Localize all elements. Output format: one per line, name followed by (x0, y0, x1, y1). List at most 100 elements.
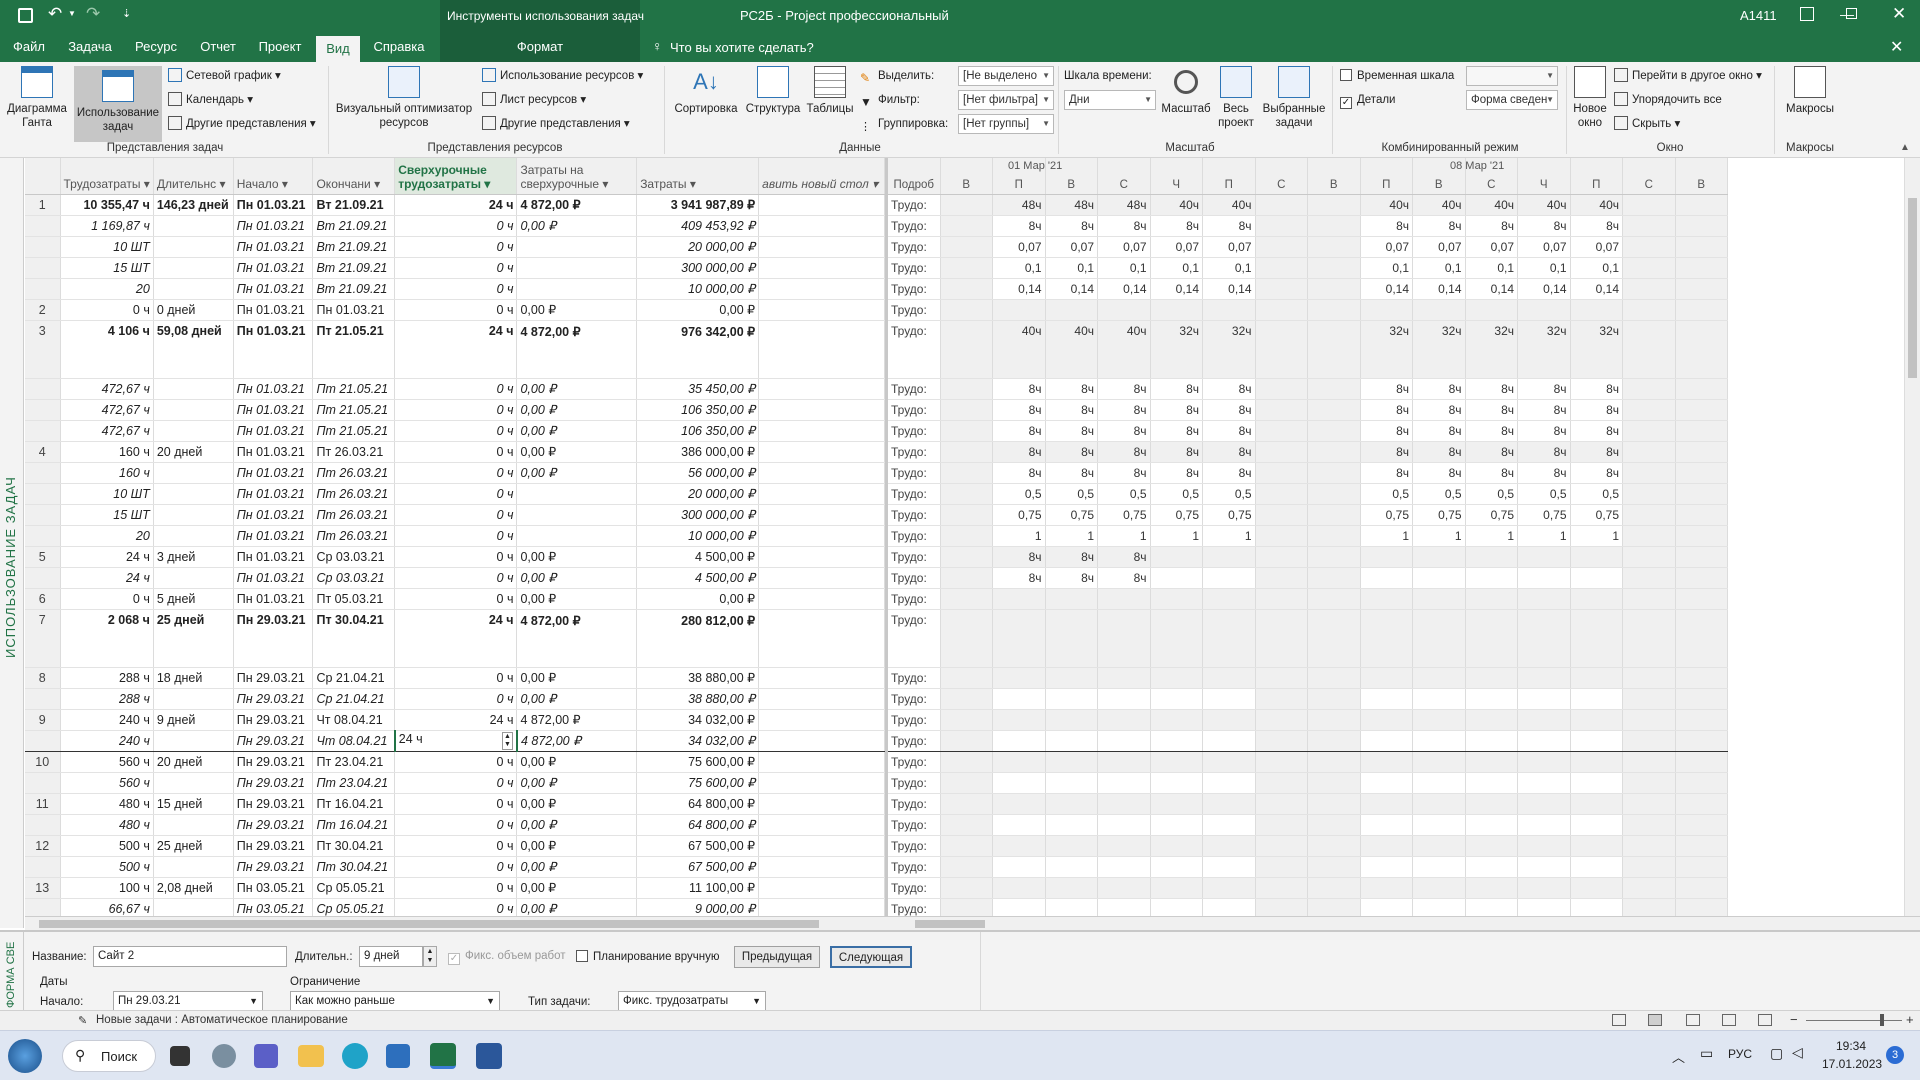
timephased-cell[interactable]: 8ч (992, 462, 1046, 484)
network-diagram-button[interactable]: Сетевой график ▾ (168, 66, 281, 86)
overtime-work-cell[interactable]: 0 ч (394, 856, 518, 878)
overtime-work-cell[interactable]: 0 ч (394, 877, 518, 899)
view-report-icon[interactable] (1758, 1014, 1772, 1026)
timephased-cell[interactable] (1360, 793, 1413, 815)
timephased-cell[interactable]: 0,5 (992, 483, 1046, 505)
timephased-cell[interactable] (1517, 299, 1571, 321)
timephased-cell[interactable]: 8ч (1045, 378, 1098, 400)
work-cell[interactable]: 2 068 ч (60, 609, 154, 668)
timephased-cell[interactable]: 0,1 (1150, 257, 1203, 279)
timephased-cell[interactable] (1307, 709, 1361, 731)
finish-cell[interactable]: Вт 21.09.21 (312, 236, 396, 258)
overtime-work-cell[interactable]: 0 ч (394, 504, 518, 526)
row-number[interactable]: 1 (25, 194, 61, 216)
timephased-cell[interactable]: 8ч (1465, 378, 1518, 400)
timephased-cell[interactable] (1255, 320, 1308, 379)
timephased-cell[interactable] (1150, 898, 1203, 916)
timephased-cell[interactable] (1097, 751, 1151, 773)
timephased-cell[interactable]: 0,75 (1412, 504, 1466, 526)
timephased-cell[interactable] (1360, 751, 1413, 773)
cost-cell[interactable]: 10 000,00 ₽ (636, 278, 760, 300)
resource-usage-button[interactable]: Использование ресурсов ▾ (482, 66, 643, 86)
resource-optimizer-button[interactable]: Визуальный оптимизатор ресурсов (334, 66, 474, 130)
timephased-cell[interactable]: 8ч (1150, 215, 1203, 237)
timephased-cell[interactable] (1202, 546, 1256, 568)
work-cell[interactable]: 0 ч (60, 299, 154, 321)
timephased-cell[interactable] (1307, 793, 1361, 815)
work-cell[interactable]: 10 355,47 ч (60, 194, 154, 216)
task-view-icon[interactable] (170, 1046, 190, 1066)
undo-dropdown-icon[interactable]: ▼ (68, 9, 76, 18)
table-row[interactable]: 1 169,87 ч Пн 01.03.21 Вт 21.09.21 0 ч 0,00 … (25, 215, 885, 237)
start-icon[interactable] (8, 1039, 42, 1073)
undo-icon[interactable]: ↶ (48, 4, 62, 24)
timephased-cell[interactable]: 8ч (992, 546, 1046, 568)
timephased-cell[interactable] (1517, 898, 1571, 916)
work-cell[interactable]: 160 ч (60, 441, 154, 463)
timephased-cell[interactable] (1675, 278, 1728, 300)
add-new-cell[interactable] (758, 688, 885, 710)
timephased-cell[interactable] (1412, 667, 1466, 689)
table-row[interactable]: 20 Пн 01.03.21 Вт 21.09.21 0 ч 10 000,00 ₽ (25, 278, 885, 300)
add-new-cell[interactable] (758, 215, 885, 237)
timephased-cell[interactable]: 40ч (1150, 194, 1203, 216)
timephased-cell[interactable] (1465, 667, 1518, 689)
timephased-cell[interactable] (1622, 320, 1676, 379)
timephased-cell[interactable] (1307, 856, 1361, 878)
duration-cell[interactable] (153, 688, 234, 710)
timephased-cell[interactable]: 0,07 (992, 236, 1046, 258)
timephased-cell[interactable] (940, 814, 993, 836)
timephased-cell[interactable] (1412, 729, 1466, 752)
timephased-cell[interactable] (1150, 567, 1203, 589)
overtime-work-cell[interactable]: 0 ч (394, 751, 518, 773)
timephased-cell[interactable] (1622, 546, 1676, 568)
resource-sheet-button[interactable]: Лист ресурсов ▾ (482, 90, 586, 110)
add-new-cell[interactable] (758, 420, 885, 442)
timephased-cell[interactable] (1517, 729, 1571, 752)
timephased-cell[interactable]: 8ч (992, 399, 1046, 421)
timephased-cell[interactable]: 8ч (1465, 399, 1518, 421)
timephased-cell[interactable]: 0,75 (1150, 504, 1203, 526)
timephased-cell[interactable] (1675, 609, 1728, 668)
timephased-cell[interactable] (1097, 709, 1151, 731)
timephased-cell[interactable] (1307, 546, 1361, 568)
overtime-work-cell[interactable]: 0 ч (394, 399, 518, 421)
finish-cell[interactable]: Пт 30.04.21 (312, 856, 396, 878)
timephased-cell[interactable] (940, 399, 993, 421)
overtime-work-cell[interactable]: 0 ч (394, 567, 518, 589)
finish-cell[interactable]: Пт 26.03.21 (312, 525, 396, 547)
overtime-cost-cell[interactable]: 0,00 ₽ (516, 462, 638, 484)
timephased-cell[interactable] (1675, 751, 1728, 773)
cost-cell[interactable]: 34 032,00 ₽ (636, 709, 760, 731)
timephased-cell[interactable]: 0,14 (1045, 278, 1098, 300)
timephased-cell[interactable] (1307, 236, 1361, 258)
timephased-cell[interactable] (1255, 462, 1308, 484)
timephased-cell[interactable] (1412, 546, 1466, 568)
overtime-cost-cell[interactable]: 0,00 ₽ (516, 546, 638, 568)
timephased-cell[interactable] (1360, 667, 1413, 689)
row-number[interactable]: 7 (25, 609, 61, 668)
row-number[interactable] (25, 525, 61, 547)
timephased-cell[interactable] (940, 504, 993, 526)
timephased-cell[interactable] (1150, 877, 1203, 899)
timephased-cell[interactable] (1622, 462, 1676, 484)
timephased-cell[interactable] (1307, 729, 1361, 752)
timephased-cell[interactable] (940, 709, 993, 731)
timephased-cell[interactable] (1360, 609, 1413, 668)
timephased-cell[interactable] (940, 898, 993, 916)
timephased-cell[interactable] (1675, 793, 1728, 815)
row-number[interactable] (25, 278, 61, 300)
timephased-cell[interactable]: 1 (1202, 525, 1256, 547)
overtime-cost-cell[interactable] (516, 236, 638, 258)
timephased-cell[interactable] (1675, 194, 1728, 216)
table-row[interactable]: 20 Пн 01.03.21 Пт 26.03.21 0 ч 10 000,00 ₽ (25, 525, 885, 547)
timephased-cell[interactable]: 32ч (1150, 320, 1203, 379)
timephased-cell[interactable] (1307, 378, 1361, 400)
add-new-cell[interactable] (758, 378, 885, 400)
timephased-cell[interactable]: 8ч (1045, 420, 1098, 442)
timephased-cell[interactable] (1150, 856, 1203, 878)
timephased-cell[interactable] (992, 793, 1046, 815)
timephased-cell[interactable] (940, 793, 993, 815)
timephased-cell[interactable] (1097, 814, 1151, 836)
timephased-cell[interactable] (1412, 772, 1466, 794)
